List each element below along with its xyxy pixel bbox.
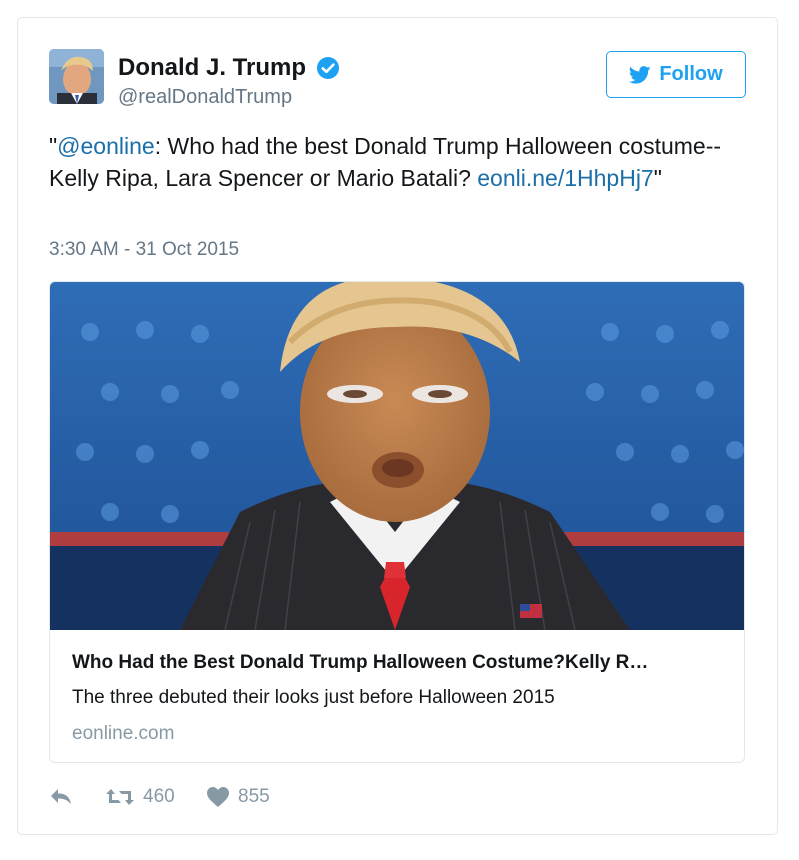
twitter-bird-icon <box>629 65 651 84</box>
retweet-button[interactable]: 460 <box>105 786 175 808</box>
link-card-domain: eonline.com <box>72 723 175 744</box>
tweet-timestamp[interactable]: 3:30 AM - 31 Oct 2015 <box>49 239 239 261</box>
author-name[interactable]: Donald J. Trump <box>118 54 306 82</box>
like-button[interactable]: 855 <box>206 786 270 808</box>
tweet-card: Donald J. Trump @realDonaldTrump Follow … <box>17 17 778 835</box>
mention-link[interactable]: @eonline <box>57 133 155 159</box>
reply-button[interactable] <box>49 786 73 806</box>
author-avatar[interactable] <box>49 49 104 104</box>
tweet-close-quote: " <box>653 165 662 191</box>
follow-label: Follow <box>659 63 723 85</box>
link-preview-image <box>50 282 744 630</box>
heart-icon <box>207 787 229 807</box>
tweet-open-quote: " <box>49 133 58 159</box>
retweet-icon <box>106 789 134 805</box>
retweet-count: 460 <box>143 786 175 807</box>
costume-photo <box>50 282 744 630</box>
follow-button[interactable]: Follow <box>606 51 746 98</box>
reply-icon <box>51 789 71 804</box>
link-card-description: The three debuted their looks just befor… <box>72 687 555 708</box>
short-url-link[interactable]: eonli.ne/1HhpHj7 <box>477 165 653 191</box>
author-handle[interactable]: @realDonaldTrump <box>118 86 292 109</box>
tweet-text: "@eonline: Who had the best Donald Trump… <box>49 130 739 194</box>
like-count: 855 <box>238 786 270 807</box>
link-preview-card[interactable]: Who Had the Best Donald Trump Halloween … <box>49 281 745 763</box>
avatar-image <box>49 49 104 104</box>
verified-badge-icon <box>317 57 339 79</box>
link-card-title: Who Had the Best Donald Trump Halloween … <box>72 652 649 673</box>
